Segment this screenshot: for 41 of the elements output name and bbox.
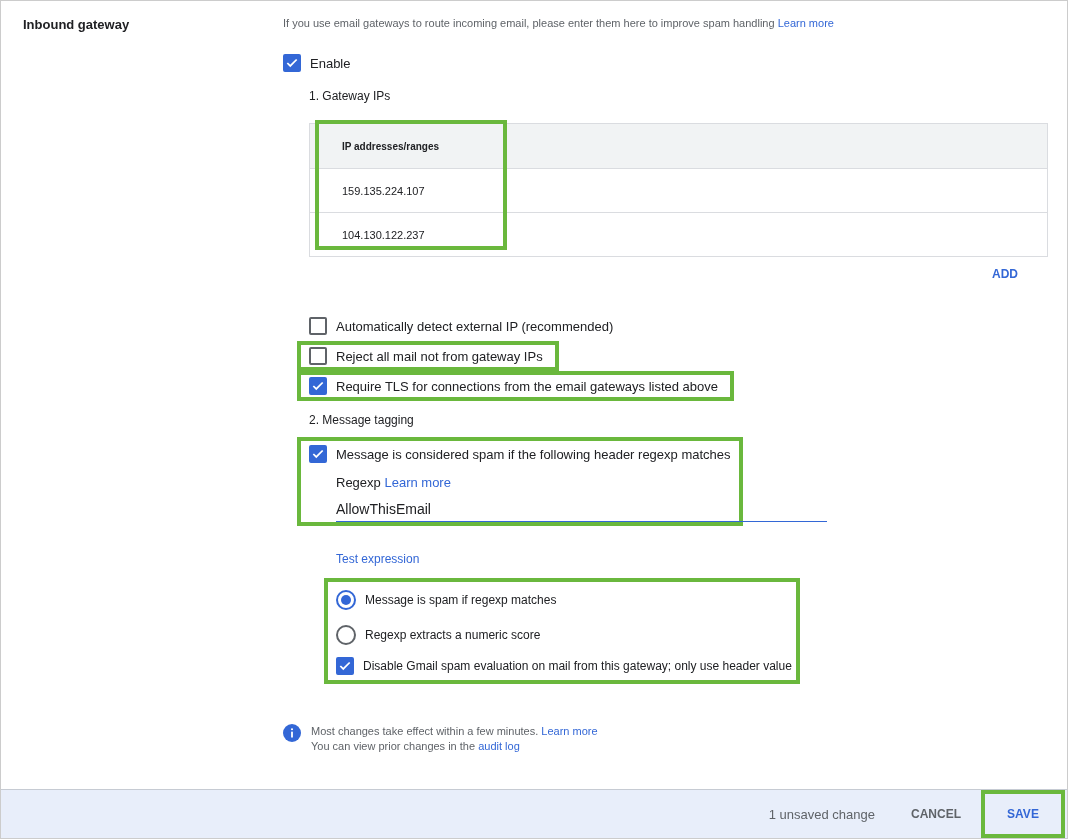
section-heading: 1. Gateway IPs <box>309 88 392 105</box>
learn-more-link[interactable]: Learn more <box>541 725 598 737</box>
radio-label: Message is spam if regexp matches <box>365 592 557 607</box>
table-cell: 104.130.122.237 <box>310 212 1047 256</box>
info-text: You can view prior changes in the audit log <box>311 739 521 754</box>
info-text: Most changes take effect within a few minutes. Learn more <box>311 724 598 739</box>
checkbox[interactable] <box>309 347 327 365</box>
learn-more-link[interactable]: Learn more <box>384 474 451 490</box>
cancel-button[interactable]: CANCEL <box>901 790 971 838</box>
audit-log-link[interactable]: audit log <box>478 740 520 752</box>
checkbox-label: Automatically detect external IP (recommended) <box>336 318 614 334</box>
test-expression-link[interactable]: Test expression <box>336 552 420 566</box>
add-button[interactable]: ADD <box>992 265 1018 283</box>
section-heading: 2. Message tagging <box>309 412 415 429</box>
checkbox-label: Require TLS for connections from the email gateways listed above <box>336 378 718 394</box>
checkbox[interactable] <box>309 445 327 463</box>
save-button[interactable]: SAVE <box>981 790 1065 838</box>
checkmark-icon <box>338 659 352 673</box>
regexp-input[interactable]: AllowThisEmail <box>336 497 827 522</box>
checkmark-icon <box>311 379 325 393</box>
field-label: Regexp Learn more <box>336 473 452 492</box>
checkbox-label: Enable <box>310 55 351 71</box>
checkbox[interactable] <box>283 54 301 72</box>
radio-label: Regexp extracts a numeric score <box>365 627 541 642</box>
section-description: If you use email gateways to route incoming email, please enter them here to improve spam handling Learn more <box>283 17 835 29</box>
radio-button[interactable] <box>336 589 356 610</box>
checkbox-label: Reject all mail not from gateway IPs <box>336 348 543 364</box>
info-icon <box>283 724 301 742</box>
checkmark-icon <box>285 56 299 70</box>
unsaved-status: 1 unsaved change <box>768 806 875 822</box>
table-cell-text: 159.135.224.107 <box>341 183 426 199</box>
learn-more-link[interactable]: Learn more <box>777 17 834 29</box>
checkbox[interactable] <box>336 657 354 675</box>
checkbox-label: Disable Gmail spam evaluation on mail from this gateway; only use header value <box>363 659 792 673</box>
checkbox-label: Message is considered spam if the following header regexp matches <box>336 446 731 462</box>
checkbox[interactable] <box>309 377 327 395</box>
column-header: IP addresses/ranges <box>310 124 1047 169</box>
radio-button[interactable] <box>336 624 356 645</box>
section-title: Inbound gateway <box>23 17 131 34</box>
checkbox[interactable] <box>309 317 327 335</box>
checkmark-icon <box>311 447 325 461</box>
